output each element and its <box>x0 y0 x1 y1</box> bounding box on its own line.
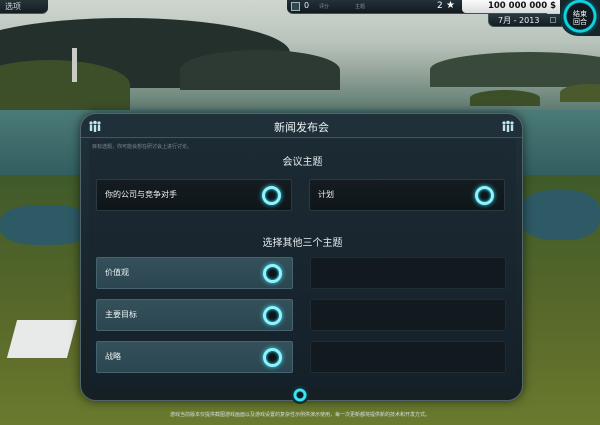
topic-slot-label: 你的公司与竞争对手 <box>105 190 177 199</box>
rank-value: 2 <box>437 1 443 11</box>
dialog-body: 目标选题，你可能会想在研讨会上进行讨论。 会议主题 你的公司与竞争对手 计划 选… <box>89 139 516 387</box>
empty-slot[interactable] <box>310 257 506 289</box>
island <box>470 90 540 106</box>
ring-toggle-icon[interactable] <box>263 264 282 283</box>
dialog-title: 新闻发布会 <box>274 121 329 134</box>
island <box>560 84 600 102</box>
tower <box>72 48 77 82</box>
river <box>0 205 90 245</box>
empty-slot[interactable] <box>310 299 506 331</box>
money-display: 100 000 000 $ <box>462 0 562 13</box>
dialog-header: 新闻发布会 <box>81 114 522 138</box>
star-icon: ★ <box>446 0 455 11</box>
option-slot-values[interactable]: 价值观 <box>96 257 293 289</box>
option-slot-main-goal[interactable]: 主要目标 <box>96 299 293 331</box>
options-label: 选项 <box>5 2 21 11</box>
section-title-meeting-topic: 会议主题 <box>282 157 323 168</box>
press-conference-dialog: 新闻发布会 目标选题，你可能会想在研讨会上进行讨论。 会议主题 你的公司与竞争对… <box>80 113 523 401</box>
confirm-knob-button[interactable] <box>291 386 309 404</box>
footer-disclaimer: 游戏当前版本仅提供截图游戏画面以及游戏设置的复杂性示例供演示使用，每一次更新都将… <box>169 412 430 418</box>
ring-toggle-icon[interactable] <box>262 186 281 205</box>
river <box>520 190 600 240</box>
calendar-icon <box>550 17 556 23</box>
end-turn-label: 结束 回合 <box>573 10 587 26</box>
ring-toggle-icon[interactable] <box>475 186 494 205</box>
hud-label-a: 评分 <box>319 4 330 10</box>
mountain <box>180 50 340 90</box>
hud-label-b: 主题 <box>355 4 366 10</box>
section-title-other-topics: 选择其他三个主题 <box>262 238 343 249</box>
option-label: 战略 <box>105 352 121 361</box>
ring-toggle-icon[interactable] <box>263 306 282 325</box>
end-turn-button[interactable]: 结束 回合 <box>560 0 600 36</box>
topic-slot-label: 计划 <box>318 190 334 199</box>
item-count: 0 <box>304 1 310 10</box>
options-button[interactable]: 选项 <box>0 0 48 14</box>
mountain <box>430 52 600 87</box>
ring-toggle-icon[interactable] <box>263 348 282 367</box>
topic-slot[interactable]: 计划 <box>309 179 505 211</box>
topic-slot[interactable]: 你的公司与竞争对手 <box>96 179 292 211</box>
building <box>6 320 78 358</box>
box-icon <box>291 2 300 11</box>
empty-slot[interactable] <box>310 341 506 373</box>
option-slot-strategy[interactable]: 战略 <box>96 341 293 373</box>
hint-text: 目标选题，你可能会想在研讨会上进行讨论。 <box>92 144 193 150</box>
option-label: 主要目标 <box>105 310 137 319</box>
date-text: 7月 - 2013 <box>498 16 540 25</box>
date-display: 7月 - 2013 <box>488 14 562 27</box>
option-label: 价值观 <box>105 268 129 277</box>
group-icon <box>502 120 514 132</box>
